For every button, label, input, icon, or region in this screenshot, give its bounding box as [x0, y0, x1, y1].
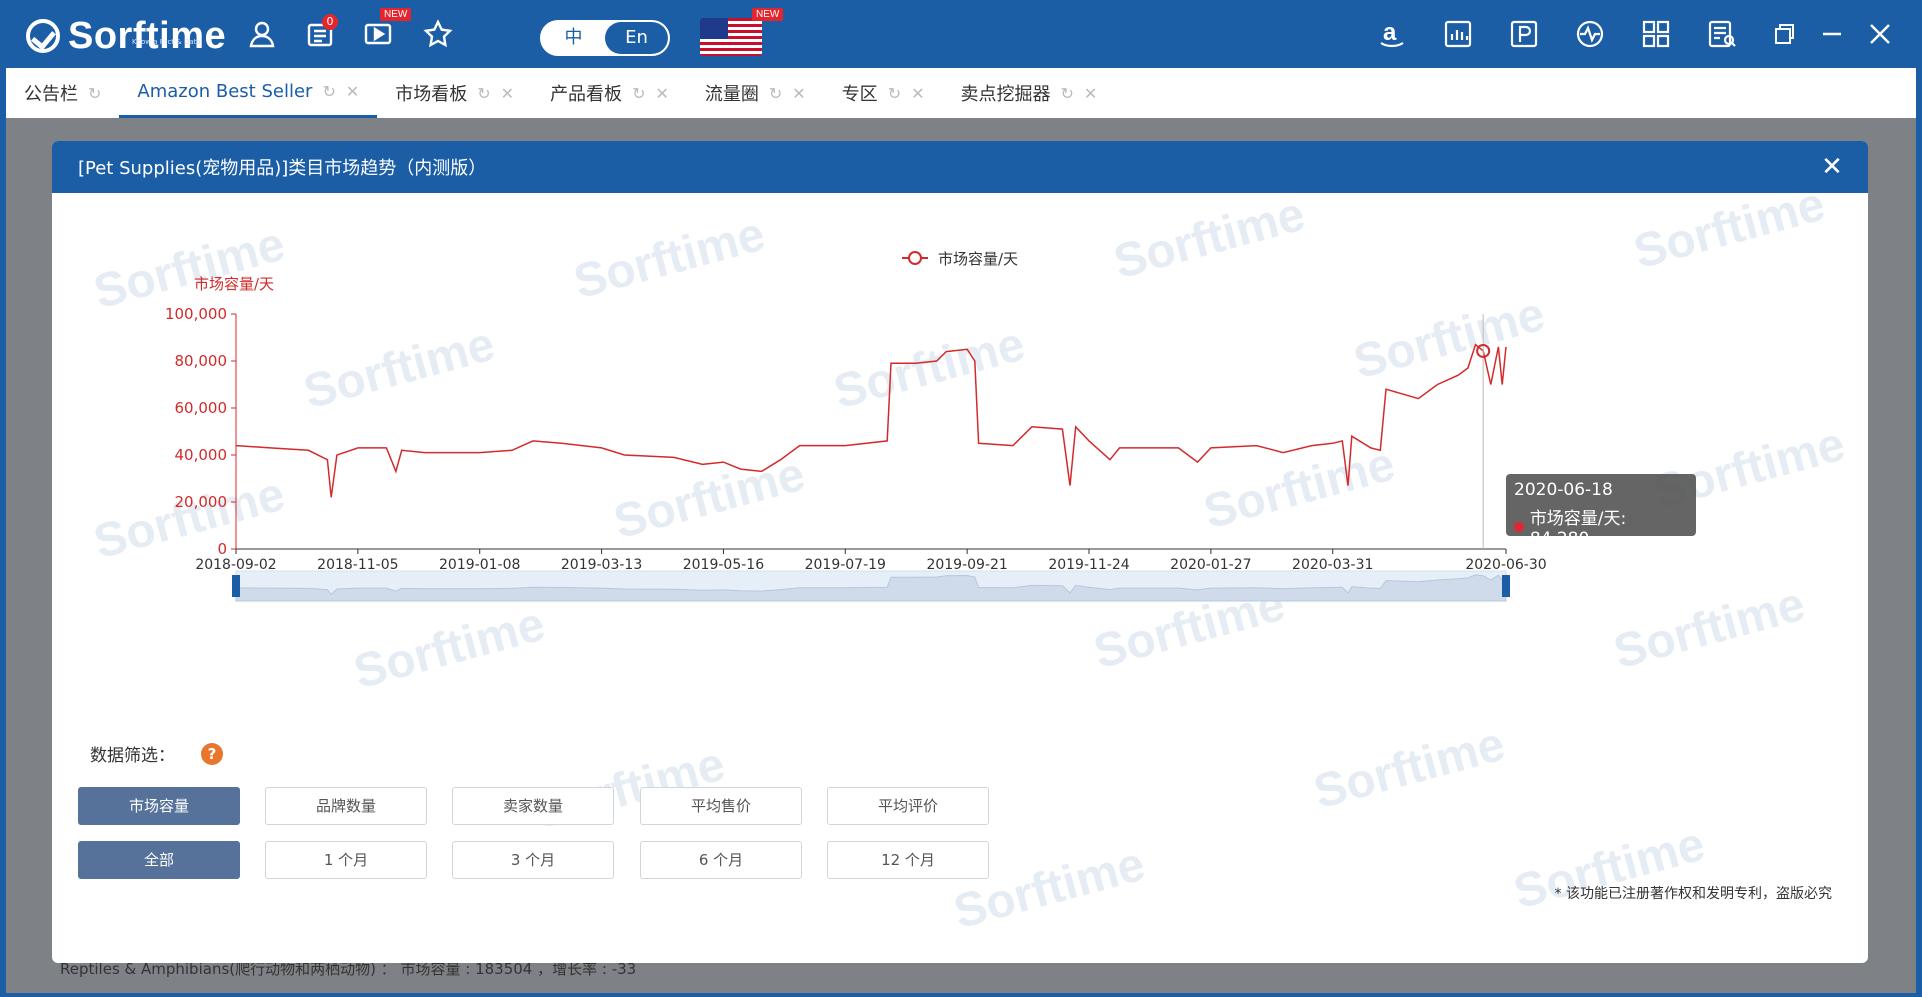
- tab-label: Amazon Best Seller: [137, 81, 313, 102]
- metric-avg-rating-button[interactable]: 平均评价: [827, 787, 989, 825]
- tab-market-board[interactable]: 市场看板 ↻ ✕: [377, 68, 532, 118]
- refresh-icon[interactable]: ↻: [1061, 84, 1074, 103]
- x-axis: 2018-09-02 2018-11-05 2019-01-08 2019-03-13…: [195, 548, 1547, 573]
- legend-label: 市场容量/天: [938, 250, 1018, 268]
- pulse-icon[interactable]: [1570, 14, 1610, 54]
- market-trend-dialog: [Pet Supplies(宠物用品)]类目市场趋势（内测版） ✕ Sorfti…: [52, 141, 1868, 963]
- tooltip-value: 市场容量/天: 84,280: [1514, 504, 1688, 549]
- grid-icon[interactable]: [1636, 14, 1676, 54]
- refresh-icon[interactable]: ↻: [322, 82, 335, 101]
- new-tag-flag: NEW: [752, 8, 784, 21]
- tab-bar: 公告栏 ↻ Amazon Best Seller ↻ ✕ 市场看板 ↻ ✕ 产品看板 ↻ ✕ …: [6, 68, 1916, 118]
- tab-close-icon[interactable]: ✕: [346, 82, 359, 101]
- range-1-month-button[interactable]: 1 个月: [265, 841, 427, 879]
- metric-brand-count-button[interactable]: 品牌数量: [265, 787, 427, 825]
- svg-text:a: a: [1383, 19, 1397, 46]
- top-bar: Sorftime Know a Fact & Data 0 NEW 中 En N…: [0, 0, 1922, 68]
- language-toggle[interactable]: 中 En: [540, 20, 670, 56]
- tab-announcement[interactable]: 公告栏 ↻: [6, 68, 119, 118]
- range-all-button[interactable]: 全部: [78, 841, 240, 879]
- dialog-title: [Pet Supplies(宠物用品)]类目市场趋势（内测版）: [78, 158, 487, 179]
- tab-label: 市场看板: [395, 84, 468, 105]
- watermark: Sorftime: [1308, 717, 1511, 820]
- report-icon[interactable]: [1702, 14, 1742, 54]
- lang-en-option[interactable]: En: [605, 22, 668, 54]
- logo-text: Sorftime: [68, 14, 227, 57]
- tab-label: 公告栏: [24, 84, 78, 105]
- refresh-icon[interactable]: ↻: [632, 84, 645, 103]
- market-trend-chart[interactable]: 市场容量/天 市场容量/天 100,000 80,000 60,000 40,000 2…: [52, 193, 1868, 713]
- metric-seller-count-button[interactable]: 卖家数量: [452, 787, 614, 825]
- app-logo: Sorftime: [26, 14, 226, 58]
- y-tick-label: 80,000: [175, 352, 228, 370]
- series-line: [235, 343, 1507, 498]
- refresh-icon[interactable]: ↻: [88, 84, 101, 103]
- close-icon[interactable]: [1860, 14, 1900, 54]
- tab-label: 产品看板: [550, 84, 623, 105]
- tooltip-dot-icon: [1514, 521, 1524, 532]
- y-tick-label: 40,000: [175, 446, 228, 464]
- amazon-icon[interactable]: a: [1372, 14, 1412, 54]
- tab-selling-point-miner[interactable]: 卖点挖掘器 ↻ ✕: [943, 68, 1116, 118]
- watermark: Sorftime: [1508, 817, 1711, 920]
- y-tick-label: 60,000: [175, 399, 228, 417]
- data-filter-label: 数据筛选： ?: [90, 741, 223, 766]
- refresh-icon[interactable]: ↻: [769, 84, 782, 103]
- user-icon[interactable]: [242, 14, 282, 54]
- refresh-icon[interactable]: ↻: [477, 84, 490, 103]
- y-tick-label: 0: [217, 540, 227, 558]
- chart-legend[interactable]: 市场容量/天: [902, 250, 1018, 268]
- tab-traffic-circle[interactable]: 流量圈 ↻ ✕: [687, 68, 824, 118]
- y-tick-label: 20,000: [175, 493, 228, 511]
- us-flag-icon[interactable]: [700, 18, 762, 56]
- tab-zone[interactable]: 专区 ↻ ✕: [824, 68, 943, 118]
- metric-avg-price-button[interactable]: 平均售价: [640, 787, 802, 825]
- tab-close-icon[interactable]: ✕: [1084, 84, 1097, 103]
- dialog-close-icon[interactable]: ✕: [1816, 151, 1848, 183]
- dialog-header: [Pet Supplies(宠物用品)]类目市场趋势（内测版） ✕: [52, 141, 1868, 193]
- y-axis-label: 市场容量/天: [194, 275, 274, 293]
- range-slider[interactable]: [232, 570, 1510, 602]
- tooltip-value-text: 市场容量/天: 84,280: [1529, 509, 1627, 549]
- p-icon[interactable]: [1504, 14, 1544, 54]
- tab-close-icon[interactable]: ✕: [501, 84, 514, 103]
- tab-close-icon[interactable]: ✕: [911, 84, 924, 103]
- tab-close-icon[interactable]: ✕: [792, 84, 805, 103]
- logo-subtitle: Know a Fact & Data: [132, 38, 201, 46]
- copyright-note: * 该功能已注册著作权和发明专利，盗版必究: [1554, 886, 1832, 902]
- lang-zh-option[interactable]: 中: [542, 22, 605, 54]
- tab-label: 卖点挖掘器: [960, 84, 1051, 105]
- metric-market-capacity-button[interactable]: 市场容量: [78, 787, 240, 825]
- tab-label: 流量圈: [704, 84, 759, 105]
- range-3-month-button[interactable]: 3 个月: [452, 841, 614, 879]
- tooltip-date: 2020-06-18: [1514, 480, 1613, 500]
- y-tick-label: 100,000: [165, 305, 227, 323]
- tab-label: 专区: [841, 84, 878, 105]
- bar-chart-icon[interactable]: [1438, 14, 1478, 54]
- slider-left-handle[interactable]: [232, 575, 240, 597]
- minimize-icon[interactable]: [1812, 14, 1852, 54]
- notice-icon[interactable]: 0: [300, 14, 340, 54]
- range-12-month-button[interactable]: 12 个月: [827, 841, 989, 879]
- help-icon[interactable]: ?: [201, 742, 223, 765]
- tab-product-board[interactable]: 产品看板 ↻ ✕: [532, 68, 687, 118]
- tab-close-icon[interactable]: ✕: [655, 84, 668, 103]
- check-logo-icon: [26, 19, 60, 53]
- chart-tooltip: 2020-06-18 市场容量/天: 84,280: [1506, 474, 1696, 549]
- notification-badge: 0: [322, 14, 338, 30]
- legend-marker: [908, 251, 922, 265]
- range-6-month-button[interactable]: 6 个月: [640, 841, 802, 879]
- refresh-icon[interactable]: ↻: [888, 84, 901, 103]
- new-tag: NEW: [380, 8, 412, 21]
- restore-icon[interactable]: [1764, 14, 1804, 54]
- filter-label-text: 数据筛选：: [90, 746, 175, 766]
- star-icon[interactable]: [418, 14, 458, 54]
- highlight-point[interactable]: [1476, 343, 1491, 358]
- tab-amazon-best-seller[interactable]: Amazon Best Seller ↻ ✕: [119, 68, 378, 118]
- slider-right-handle[interactable]: [1502, 575, 1510, 597]
- y-axis: 100,000 80,000 60,000 40,000 20,000 0: [165, 305, 237, 558]
